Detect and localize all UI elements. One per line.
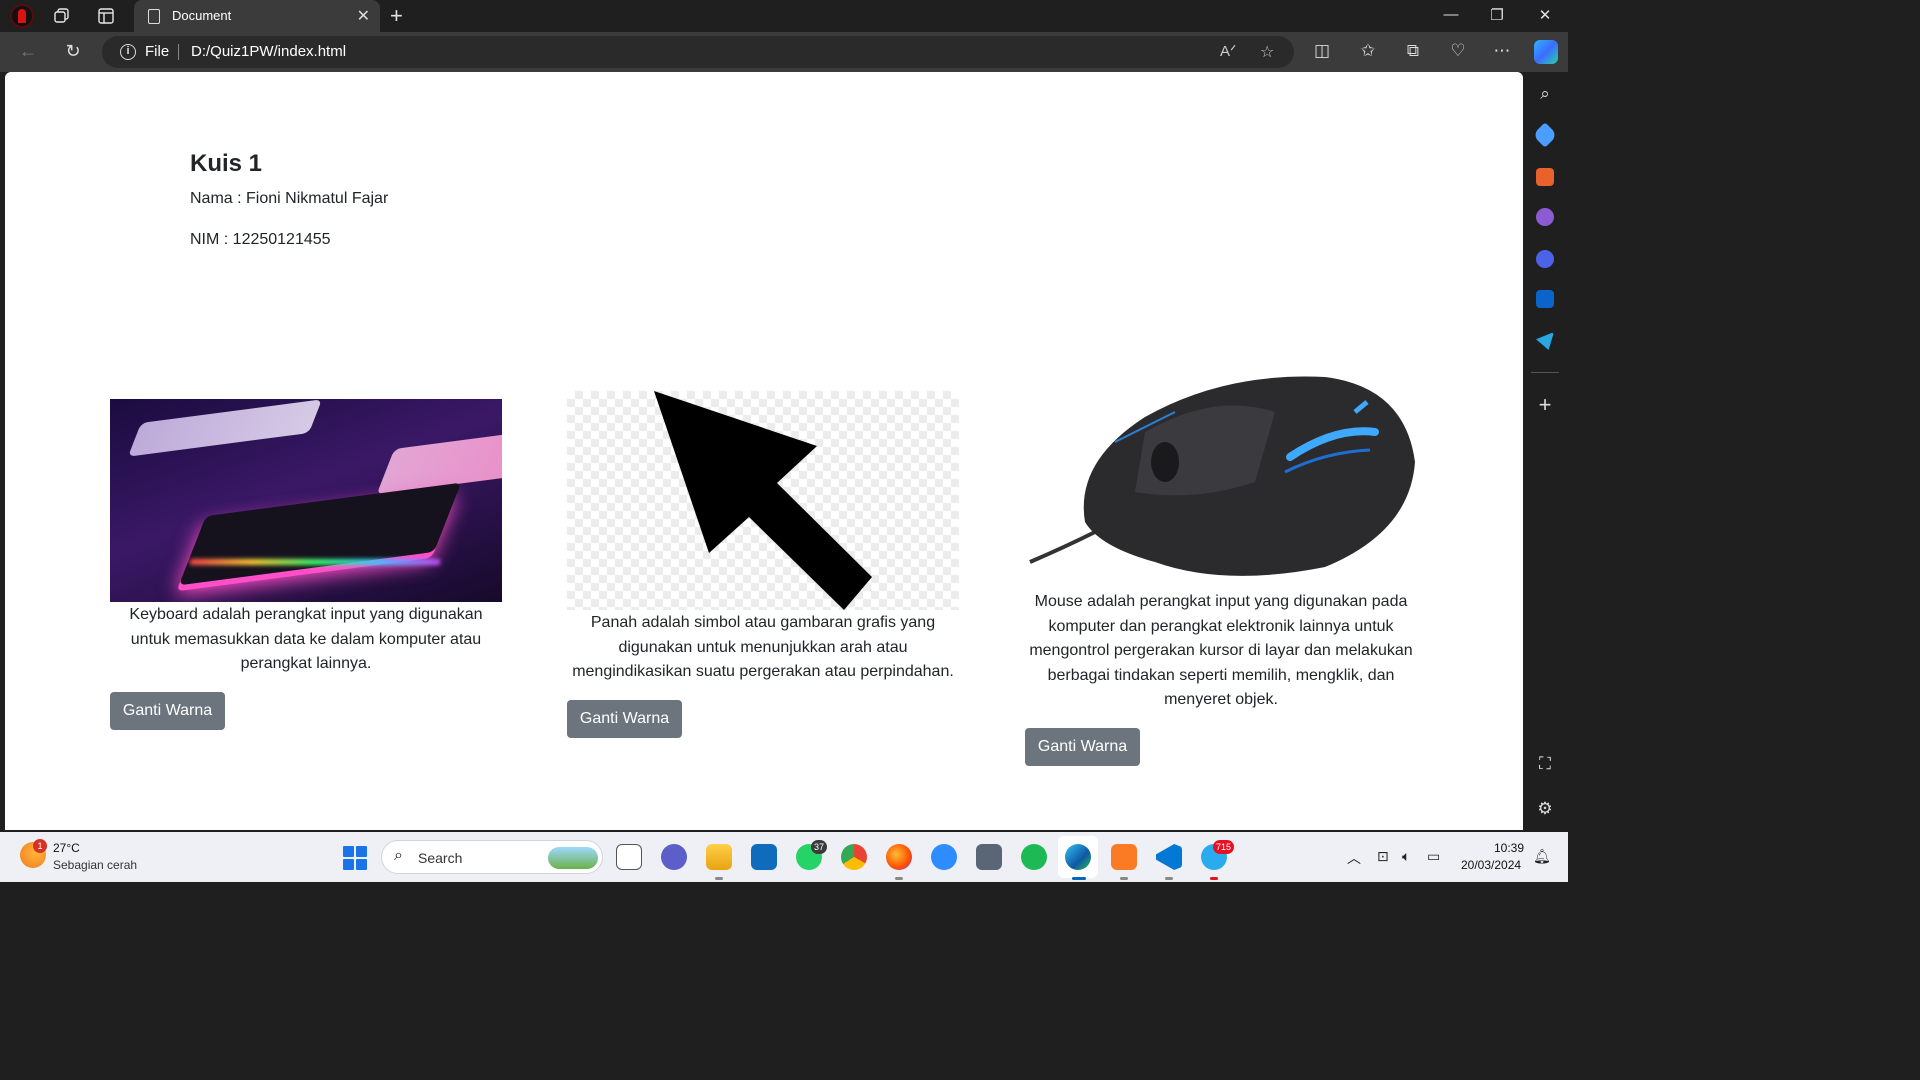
file-explorer-icon[interactable] [706, 844, 732, 870]
firefox-running [895, 877, 903, 880]
refresh-icon[interactable]: ↻ [61, 41, 85, 62]
copilot-icon[interactable] [1534, 40, 1558, 64]
minimize-icon[interactable]: — [1436, 6, 1466, 23]
xampp-icon[interactable] [1111, 844, 1137, 870]
show-hidden-icons-icon[interactable]: ︿ [1347, 848, 1361, 868]
collections-icon[interactable]: ⧉ [1401, 41, 1425, 61]
page-viewport: Kuis 1 Nama : Fioni Nikmatul Fajar NIM :… [5, 72, 1523, 830]
start-menu-icon[interactable] [343, 846, 367, 870]
workspaces-icon[interactable] [52, 6, 72, 26]
keyboard-image [110, 399, 502, 602]
profile-avatar-icon[interactable] [10, 4, 34, 28]
more-menu-icon[interactable]: ⋯ [1490, 41, 1514, 61]
tab-document[interactable]: Document ✕ [134, 0, 380, 32]
ganti-warna-button-arrow[interactable]: Ganti Warna [567, 700, 682, 738]
sql-server-icon[interactable] [976, 844, 1002, 870]
student-nim: NIM : 12250121455 [190, 231, 331, 248]
taskbar-search-box[interactable]: ⌕ Search [381, 840, 603, 874]
xampp-running [1120, 877, 1128, 880]
card-keyboard: Keyboard adalah perangkat input yang dig… [110, 603, 502, 677]
mouse-description: Mouse adalah perangkat input yang diguna… [1029, 593, 1413, 708]
address-scheme: File [145, 43, 170, 60]
document-icon [148, 9, 160, 24]
favorites-icon[interactable]: ✩ [1356, 41, 1380, 61]
site-info-icon[interactable]: i [120, 44, 136, 60]
clock-time[interactable]: 10:39 [1494, 841, 1524, 855]
whatsapp-badge: 37 [811, 840, 828, 854]
network-icon[interactable]: ⊡ [1377, 848, 1389, 865]
title-bar: Document ✕ + — ❐ ✕ [0, 0, 1568, 32]
address-bar[interactable]: i File D:/Quiz1PW/index.html Aᐟ ☆ [102, 36, 1294, 68]
vscode-icon[interactable] [1156, 844, 1182, 870]
search-icon[interactable]: ⌕ [1535, 84, 1555, 104]
microsoft-store-icon[interactable] [751, 844, 777, 870]
arrow-cursor-icon [654, 391, 872, 610]
read-aloud-icon[interactable]: Aᐟ [1220, 42, 1236, 60]
vscode-running [1165, 877, 1173, 880]
close-tab-icon[interactable]: ✕ [357, 6, 370, 26]
favorite-star-icon[interactable]: ☆ [1260, 42, 1274, 62]
mouse-image [1025, 372, 1417, 582]
outlook-icon[interactable] [1536, 290, 1554, 308]
volume-icon[interactable]: 🔈︎ [1402, 848, 1410, 865]
edge-active-indicator [1072, 877, 1086, 880]
telegram-badge: 715 [1213, 840, 1235, 854]
keyboard-description: Keyboard adalah perangkat input yang dig… [129, 606, 483, 672]
browser-essentials-icon[interactable]: ♡ [1446, 41, 1470, 61]
card-mouse: Mouse adalah perangkat input yang diguna… [1025, 590, 1417, 713]
address-url[interactable]: D:/Quiz1PW/index.html [191, 43, 346, 60]
telegram-running [1210, 877, 1218, 880]
search-placeholder: Search [418, 850, 463, 866]
teams-chat-icon[interactable] [661, 844, 687, 870]
back-icon[interactable]: ← [16, 41, 40, 62]
weather-description[interactable]: Sebagian cerah [53, 858, 137, 872]
clock-date[interactable]: 20/03/2024 [1461, 858, 1521, 872]
arrow-description: Panah adalah simbol atau gambaran grafis… [572, 614, 954, 680]
drop-icon[interactable] [1536, 332, 1554, 350]
gaming-mouse-icon [1029, 376, 1415, 576]
battery-icon[interactable]: ▭ [1427, 848, 1440, 865]
windows-taskbar: 1 27°C Sebagian cerah ⌕ Search 37 715 ︿ … [0, 832, 1568, 882]
microsoft-365-icon[interactable] [1536, 250, 1554, 268]
weather-badge: 1 [33, 839, 47, 853]
spotify-icon[interactable] [1021, 844, 1047, 870]
restore-icon[interactable]: ❐ [1482, 6, 1512, 24]
notifications-bell-icon[interactable]: 🔔︎ [1533, 848, 1551, 865]
tab-title: Document [172, 8, 232, 23]
screenshot-icon[interactable]: ⛶ [1535, 754, 1555, 774]
shopping-icon[interactable] [1532, 122, 1558, 148]
search-icon: ⌕ [394, 847, 403, 864]
edge-icon[interactable] [1065, 844, 1091, 870]
split-screen-icon[interactable]: ◫ [1310, 41, 1334, 61]
weather-temperature[interactable]: 27°C [53, 841, 80, 855]
firefox-icon[interactable] [886, 844, 912, 870]
search-highlight-icon [548, 847, 598, 869]
chrome-icon[interactable] [841, 844, 867, 870]
page-title: Kuis 1 [190, 150, 263, 177]
sidebar-divider [1531, 372, 1559, 373]
ganti-warna-button-mouse[interactable]: Ganti Warna [1025, 728, 1140, 766]
new-tab-icon[interactable]: + [390, 3, 403, 29]
add-sidebar-app-icon[interactable]: + [1535, 392, 1555, 418]
arrow-image [567, 391, 959, 610]
task-view-icon[interactable] [616, 844, 642, 870]
navigation-bar: ← ↻ i File D:/Quiz1PW/index.html Aᐟ ☆ ◫ … [0, 32, 1568, 72]
student-name: Nama : Fioni Nikmatul Fajar [190, 190, 389, 207]
tools-icon[interactable] [1536, 168, 1554, 186]
close-window-icon[interactable]: ✕ [1530, 6, 1560, 24]
file-explorer-running [715, 877, 723, 880]
address-separator [178, 44, 179, 60]
games-icon[interactable] [1536, 208, 1554, 226]
vertical-tabs-icon[interactable] [96, 6, 116, 26]
edge-sidebar: ⌕ + ⛶ ⚙ [1523, 72, 1568, 832]
zoom-icon[interactable] [931, 844, 957, 870]
sidebar-settings-icon[interactable]: ⚙ [1535, 799, 1555, 819]
ganti-warna-button-keyboard[interactable]: Ganti Warna [110, 692, 225, 730]
card-arrow: Panah adalah simbol atau gambaran grafis… [567, 611, 959, 685]
